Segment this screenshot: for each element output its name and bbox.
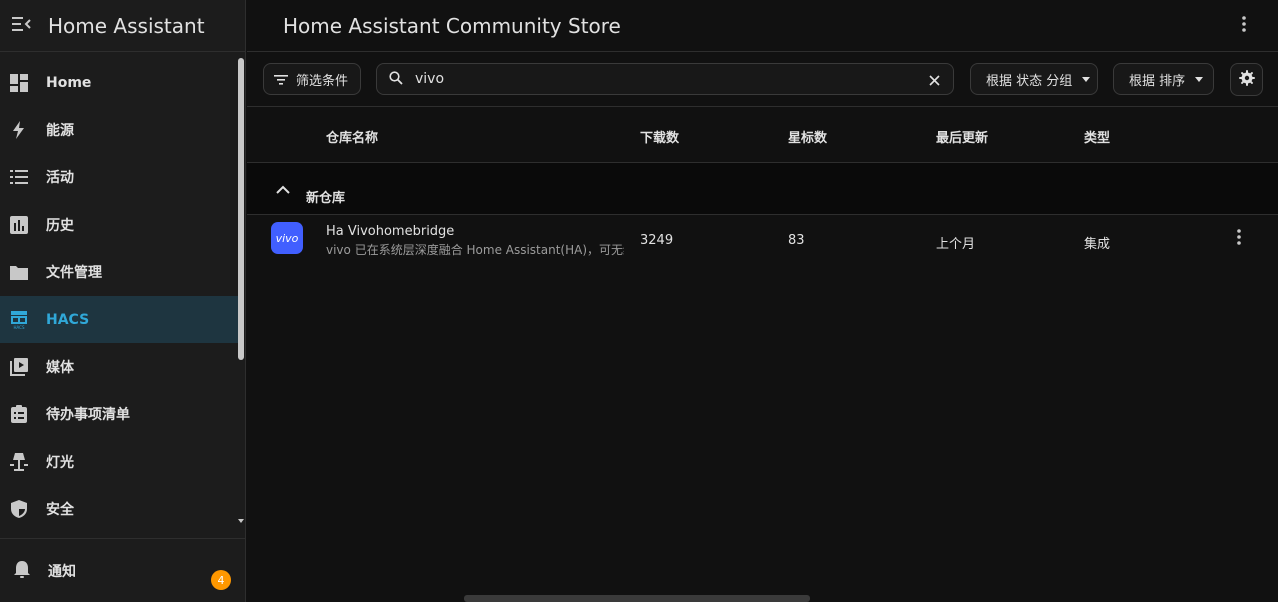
settings-button[interactable] (1230, 63, 1263, 96)
clear-search-button[interactable] (925, 71, 943, 89)
sidebar-item-history[interactable]: 历史 (0, 201, 238, 248)
group-by-label: 根据 状态 分组 (986, 73, 1073, 89)
column-header-type[interactable]: 类型 (1084, 127, 1110, 146)
page-title: Home Assistant Community Store (283, 13, 621, 38)
sidebar-item-label: 活动 (46, 170, 74, 187)
row-overflow-menu-button[interactable] (1229, 229, 1249, 249)
filter-button[interactable]: 筛选条件 (263, 63, 361, 95)
table-header: 仓库名称 下载数 星标数 最后更新 类型 (247, 107, 1278, 163)
sidebar-item-label: 安全 (46, 502, 74, 519)
sidebar-item-files[interactable]: 文件管理 (0, 249, 238, 296)
top-bar: Home Assistant Community Store (247, 0, 1278, 52)
sidebar-header: Home Assistant (0, 0, 245, 52)
app-title: Home Assistant (48, 13, 205, 38)
last-updated-cell: 上个月 (936, 237, 976, 252)
caret-down-icon (1195, 76, 1204, 82)
media-icon (8, 356, 30, 378)
more-vertical-icon (1242, 16, 1246, 36)
chevron-up-icon (275, 181, 291, 197)
sidebar-item-label: HACS (46, 311, 90, 328)
search-box (376, 63, 954, 95)
group-label: 新仓库 (306, 191, 346, 206)
sidebar-item-label: Home (46, 74, 92, 91)
close-icon (928, 71, 940, 90)
toolbar: 筛选条件 根据 状态 分组 根据 排序 (247, 52, 1278, 107)
sidebar-nav: Home 能源 活动 历史 文件管理 HACS HACS 媒体 待办事项清单 灯… (0, 59, 238, 533)
hacs-store-icon: HACS (8, 309, 30, 331)
sidebar-item-home[interactable]: Home (0, 59, 238, 106)
overflow-menu-button[interactable] (1232, 14, 1256, 38)
sidebar-item-label: 通知 (48, 563, 76, 580)
column-header-stars[interactable]: 星标数 (788, 127, 827, 146)
sidebar-item-label: 能源 (46, 123, 74, 140)
repository-description: vivo 已在系统层深度融合 Home Assistant(HA)，可无缝 (326, 243, 624, 257)
sort-by-label: 根据 排序 (1129, 73, 1186, 89)
repository-name: Ha Vivohomebridge (326, 224, 455, 239)
more-vertical-icon (1237, 229, 1241, 249)
filter-icon (274, 70, 288, 89)
column-header-last-updated[interactable]: 最后更新 (936, 127, 988, 146)
stars-cell: 83 (788, 233, 805, 248)
type-cell: 集成 (1084, 237, 1111, 252)
sidebar-item-todo[interactable]: 待办事项清单 (0, 391, 238, 438)
notification-count-badge: 4 (211, 570, 231, 590)
sidebar-scrollbar[interactable] (238, 58, 244, 360)
sidebar-item-lights[interactable]: 灯光 (0, 438, 238, 485)
svg-text:HACS: HACS (13, 325, 24, 330)
repository-logo: vivo (271, 222, 303, 254)
shield-icon (8, 498, 30, 520)
lamp-icon (8, 451, 30, 473)
main-content: Home Assistant Community Store 筛选条件 vivo… (247, 0, 1278, 602)
sidebar: Home Assistant Home 能源 活动 历史 文件管理 HACS H… (0, 0, 246, 602)
sidebar-item-security[interactable]: 安全 (0, 486, 238, 533)
menu-collapse-icon (12, 16, 32, 36)
downloads-cell: 3249 (640, 233, 674, 248)
search-icon (389, 70, 403, 89)
search-input[interactable] (415, 71, 895, 87)
group-header-new-repositories[interactable]: 新仓库 (247, 163, 1278, 215)
sidebar-item-label: 待办事项清单 (46, 407, 130, 424)
sidebar-item-label: 历史 (46, 217, 74, 234)
lightning-icon (8, 119, 30, 141)
caret-down-icon (1082, 76, 1091, 82)
sidebar-scroll-down-arrow[interactable] (238, 519, 244, 523)
group-by-dropdown[interactable]: 根据 状态 分组 (970, 63, 1098, 95)
sidebar-item-label: 文件管理 (46, 265, 102, 282)
sidebar-item-energy[interactable]: 能源 (0, 106, 238, 153)
column-header-downloads[interactable]: 下载数 (640, 127, 679, 146)
sort-by-dropdown[interactable]: 根据 排序 (1113, 63, 1214, 95)
clipboard-icon (8, 403, 30, 425)
gear-icon (1238, 69, 1255, 90)
filter-button-label: 筛选条件 (296, 73, 349, 89)
sidebar-item-label: 媒体 (46, 360, 74, 377)
column-header-repository[interactable]: 仓库名称 (326, 127, 378, 146)
sidebar-item-label: 灯光 (46, 454, 74, 471)
sidebar-item-media[interactable]: 媒体 (0, 343, 238, 390)
folder-icon (8, 261, 30, 283)
table-row[interactable]: vivo Ha Vivohomebridge vivo 已在系统层深度融合 Ho… (247, 215, 1278, 265)
bell-icon (12, 559, 32, 583)
dashboard-icon (8, 72, 30, 94)
sidebar-item-notifications[interactable]: 通知 (0, 538, 246, 602)
chart-icon (8, 214, 30, 236)
list-icon (8, 166, 30, 188)
horizontal-scrollbar[interactable] (464, 595, 810, 602)
sidebar-item-hacs[interactable]: HACS HACS (0, 295, 238, 344)
sidebar-item-activity[interactable]: 活动 (0, 154, 238, 201)
menu-toggle-button[interactable] (0, 0, 44, 52)
